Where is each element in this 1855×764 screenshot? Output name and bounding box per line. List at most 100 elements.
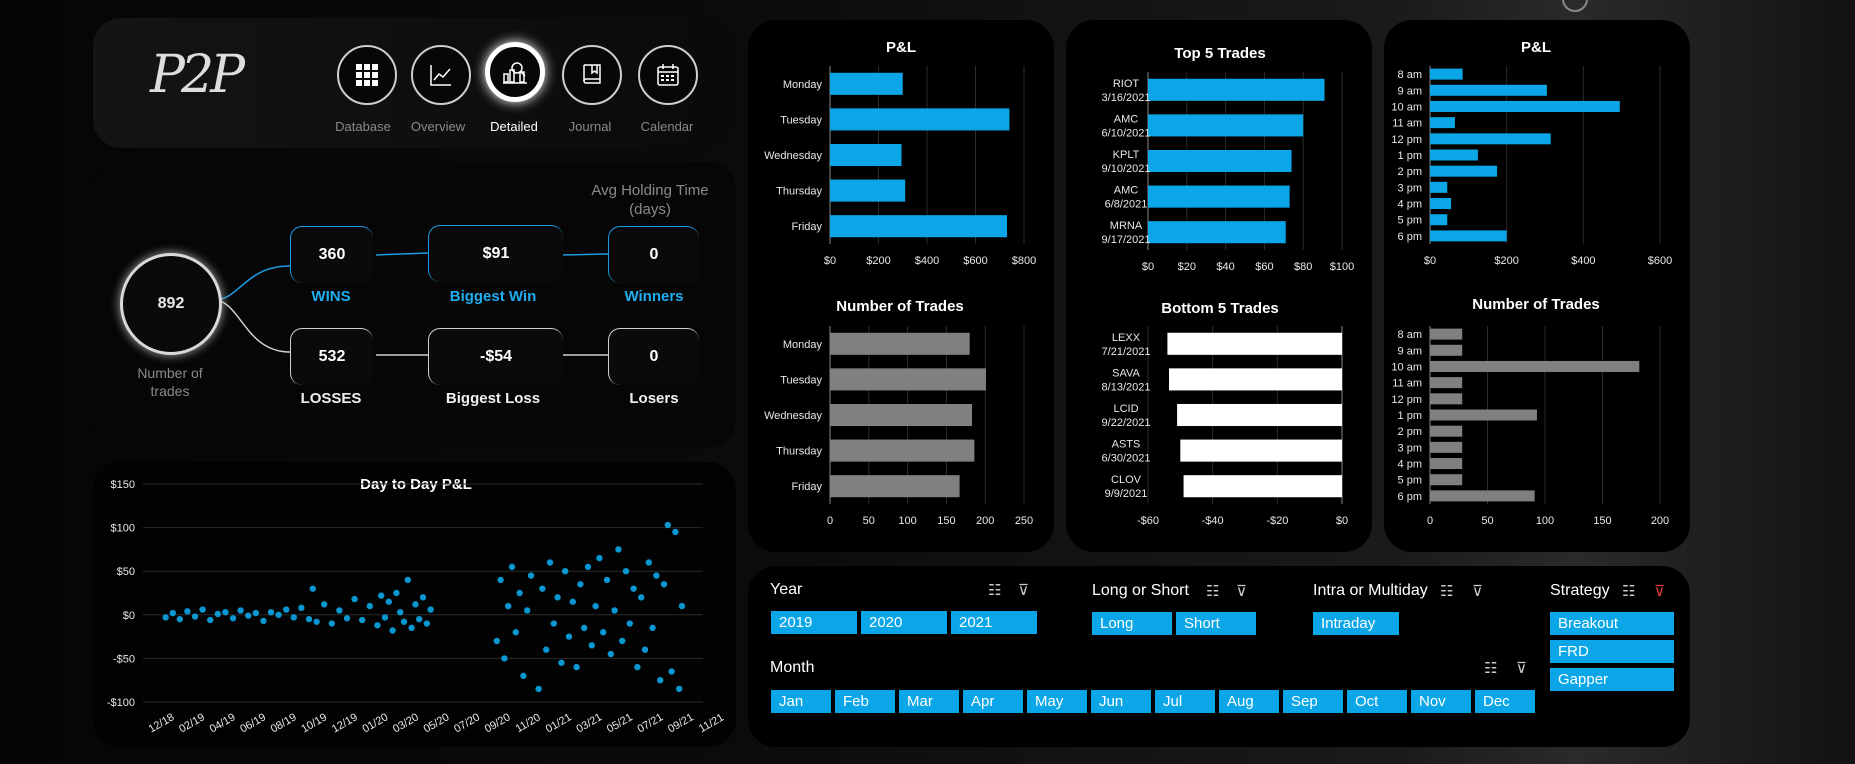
- clear-filter-icon[interactable]: ⊽: [1516, 659, 1527, 677]
- category-label: LCID: [1113, 403, 1138, 415]
- bar: [1430, 393, 1463, 405]
- category-label: 9/22/2021: [1102, 417, 1151, 429]
- category-label: 10 am: [1391, 361, 1422, 373]
- data-point: [676, 685, 683, 693]
- clear-filter-icon[interactable]: ⊽: [1018, 581, 1029, 599]
- clear-filter-icon[interactable]: ⊽: [1472, 582, 1483, 600]
- category-label: 11 am: [1392, 118, 1422, 130]
- bar: [1430, 230, 1507, 242]
- year-chip[interactable]: 2021: [951, 611, 1037, 634]
- data-point: [539, 585, 546, 592]
- bar: [1430, 198, 1452, 210]
- long-short-chip[interactable]: Long: [1092, 612, 1172, 635]
- category-label: 9/10/2021: [1102, 163, 1151, 175]
- data-point: [653, 572, 660, 579]
- multi-select-icon[interactable]: ☷: [1622, 582, 1635, 600]
- data-point: [493, 637, 501, 645]
- data-point: [389, 627, 396, 634]
- category-label: 9 am: [1398, 85, 1422, 97]
- data-point: [588, 642, 596, 649]
- bar: [1430, 84, 1547, 96]
- multi-select-icon[interactable]: ☷: [1484, 659, 1497, 677]
- data-point: [176, 615, 184, 623]
- category-label: Friday: [791, 221, 822, 233]
- category-label: 8 am: [1398, 69, 1422, 81]
- strategy-chip[interactable]: FRD: [1550, 640, 1674, 663]
- multi-select-icon[interactable]: ☷: [1440, 582, 1453, 600]
- bar: [1430, 100, 1620, 112]
- category-label: Wednesday: [764, 150, 822, 162]
- data-point: [412, 601, 419, 608]
- biggest-win-label: Biggest Win: [449, 288, 537, 305]
- data-point: [607, 650, 615, 658]
- bar: [1430, 149, 1478, 161]
- x-tick-label: $0: [1142, 261, 1154, 273]
- intra-slicer-title: Intra or Multiday: [1313, 582, 1428, 599]
- data-point: [275, 611, 282, 618]
- month-chip[interactable]: Nov: [1411, 690, 1471, 713]
- x-tick-label: $100: [1330, 261, 1354, 273]
- intra-chip[interactable]: Intraday: [1313, 612, 1399, 635]
- month-chip[interactable]: Mar: [899, 690, 959, 713]
- strategy-chip[interactable]: Breakout: [1550, 612, 1674, 635]
- data-point: [267, 608, 275, 616]
- category-label: 5 pm: [1398, 215, 1422, 227]
- data-point: [638, 594, 645, 601]
- category-label: Thursday: [776, 186, 822, 198]
- x-tick-label: $80: [1294, 261, 1312, 273]
- month-chip[interactable]: Apr: [963, 690, 1023, 713]
- clear-filter-active-icon[interactable]: ⊽: [1654, 582, 1665, 600]
- x-tick-label: 100: [1536, 515, 1554, 527]
- data-point: [577, 581, 584, 588]
- x-tick-label: 0: [1427, 515, 1433, 527]
- bar: [1430, 181, 1448, 193]
- data-point: [649, 624, 656, 632]
- data-point: [535, 685, 542, 693]
- data-point: [374, 622, 381, 629]
- x-tick-label: $60: [1255, 261, 1273, 273]
- pl-hour-chart: $0 $200 $400 $600 8 am 9 am 10 am 11 am 12 pm 1 p…: [1391, 66, 1672, 267]
- winners-value: 0: [608, 226, 699, 283]
- bar: [830, 72, 903, 95]
- data-point: [404, 576, 412, 584]
- category-label: AMC: [1114, 185, 1139, 197]
- data-point: [260, 617, 267, 625]
- month-chip[interactable]: Jan: [771, 690, 831, 713]
- data-point: [543, 646, 550, 653]
- month-chip[interactable]: Feb: [835, 690, 895, 713]
- month-chip[interactable]: Oct: [1347, 690, 1407, 713]
- x-tick-label: $20: [1178, 261, 1196, 273]
- x-tick-label: 11/21: [697, 712, 726, 736]
- long-short-chip[interactable]: Short: [1176, 612, 1256, 635]
- month-chip[interactable]: Dec: [1475, 690, 1535, 713]
- year-chip[interactable]: 2019: [771, 611, 857, 634]
- category-label: 7/21/2021: [1102, 346, 1151, 358]
- multi-select-icon[interactable]: ☷: [1206, 582, 1219, 600]
- data-point: [378, 592, 385, 599]
- month-chip[interactable]: May: [1027, 690, 1087, 713]
- clear-filter-icon[interactable]: ⊽: [1236, 582, 1247, 600]
- data-point: [351, 595, 358, 603]
- strategy-chip[interactable]: Gapper: [1550, 668, 1674, 691]
- data-point: [381, 614, 389, 621]
- bar: [1183, 475, 1342, 498]
- data-point: [313, 618, 320, 625]
- multi-select-icon[interactable]: ☷: [988, 581, 1001, 599]
- month-chip[interactable]: Jun: [1091, 690, 1151, 713]
- year-chip[interactable]: 2020: [861, 611, 947, 634]
- month-chip[interactable]: Aug: [1219, 690, 1279, 713]
- category-label: 6/30/2021: [1102, 453, 1151, 465]
- data-point: [252, 609, 260, 617]
- data-point: [584, 563, 592, 571]
- data-point: [546, 559, 554, 566]
- x-tick-label: 250: [1015, 515, 1033, 527]
- month-chip[interactable]: Sep: [1283, 690, 1343, 713]
- y-tick-label: $100: [111, 523, 135, 535]
- category-label: LEXX: [1112, 332, 1141, 344]
- data-point: [229, 615, 237, 622]
- month-chip[interactable]: Jul: [1155, 690, 1215, 713]
- bar: [1180, 439, 1342, 462]
- data-point: [199, 606, 206, 613]
- category-label: 9/17/2021: [1102, 234, 1151, 246]
- x-tick-label: 05/20: [422, 711, 452, 735]
